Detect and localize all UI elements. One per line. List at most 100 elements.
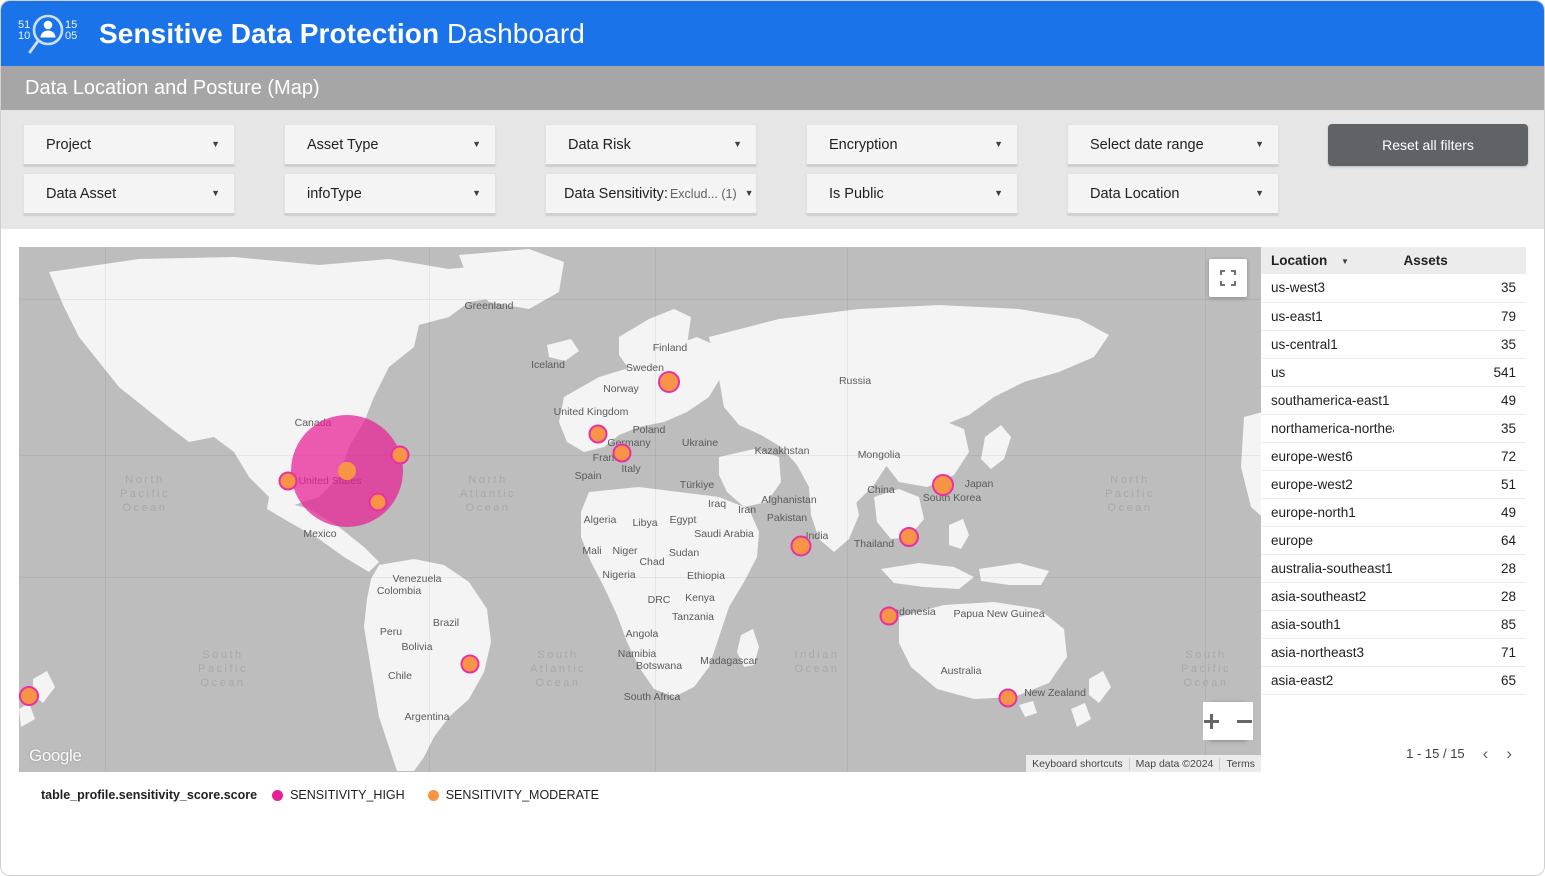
table-row[interactable]: asia-south185 [1261, 610, 1526, 638]
table-pagination: 1 - 15 / 15 ‹ › [1261, 745, 1526, 772]
map-bubble-moderate[interactable] [791, 536, 812, 557]
chevron-left-icon[interactable]: ‹ [1483, 745, 1489, 762]
table-row[interactable]: northamerica-northeast135 [1261, 414, 1526, 442]
reset-all-filters-button[interactable]: Reset all filters [1328, 124, 1528, 166]
filter-bar: Project ▼ Asset Type ▼ Data Risk ▼ Encry… [1, 110, 1544, 229]
filter-encryption-label: Encryption [829, 137, 898, 153]
legend-item-high[interactable]: SENSITIVITY_HIGH [272, 788, 405, 802]
map-bubble-moderate[interactable] [461, 655, 480, 674]
zoom-in-button[interactable] [1203, 702, 1220, 740]
filter-data-sensitivity[interactable]: Data Sensitivity: Exclud... (1) ▼ [545, 173, 757, 215]
location-assets-table: Location ▼ Assets us-west335us-east179us… [1261, 247, 1526, 695]
map-zoom-controls[interactable] [1209, 702, 1247, 740]
table-row[interactable]: us-east179 [1261, 302, 1526, 330]
table-row[interactable]: southamerica-east149 [1261, 386, 1526, 414]
google-logo: Google [29, 746, 81, 766]
cell-location: asia-southeast2 [1261, 582, 1394, 610]
cell-assets: 71 [1394, 638, 1527, 666]
cell-location: europe-west6 [1261, 442, 1394, 470]
map-bubble-moderate[interactable] [899, 527, 919, 547]
filter-data-risk[interactable]: Data Risk ▼ [545, 124, 757, 166]
column-header-assets-label: Assets [1404, 253, 1448, 268]
map-bubble-moderate[interactable] [19, 686, 39, 706]
svg-text:05: 05 [65, 30, 77, 42]
map-landmass-layer [19, 247, 1261, 772]
map-bubble-moderate[interactable] [391, 446, 410, 465]
column-header-assets[interactable]: Assets [1394, 247, 1527, 274]
legend-label-moderate: SENSITIVITY_MODERATE [446, 788, 599, 802]
table-row[interactable]: australia-southeast128 [1261, 554, 1526, 582]
map-bubble-moderate[interactable] [279, 472, 298, 491]
table-row[interactable]: asia-southeast228 [1261, 582, 1526, 610]
filter-data-location[interactable]: Data Location ▼ [1067, 173, 1279, 215]
map-data-copyright: Map data ©2024 [1129, 758, 1220, 770]
table-row[interactable]: asia-east265 [1261, 666, 1526, 694]
keyboard-shortcuts-link[interactable]: Keyboard shortcuts [1026, 758, 1128, 770]
svg-text:10: 10 [18, 30, 30, 42]
chevron-down-icon: ▼ [1247, 189, 1264, 198]
map-bubble-moderate[interactable] [658, 371, 680, 393]
table-row[interactable]: europe-west672 [1261, 442, 1526, 470]
map-bubble-moderate[interactable] [338, 462, 356, 480]
map-gridline [429, 247, 430, 772]
table-row[interactable]: asia-northeast371 [1261, 638, 1526, 666]
cell-location: us-central1 [1261, 330, 1394, 358]
location-assets-panel: Location ▼ Assets us-west335us-east179us… [1261, 247, 1526, 772]
map-gridline [19, 577, 1261, 578]
title-light: Dashboard [447, 18, 585, 49]
visualization-row: GreenlandIcelandFinlandSwedenNorwayRussi… [19, 247, 1526, 772]
table-row[interactable]: europe-north149 [1261, 498, 1526, 526]
map-gridline [19, 299, 1261, 300]
table-row[interactable]: us-central135 [1261, 330, 1526, 358]
table-row[interactable]: europe-west251 [1261, 470, 1526, 498]
table-header: Location ▼ Assets [1261, 247, 1526, 274]
chevron-down-icon: ▼ [986, 140, 1003, 149]
chevron-down-icon: ▼ [725, 140, 742, 149]
zoom-out-button[interactable] [1236, 702, 1253, 740]
legend-item-moderate[interactable]: SENSITIVITY_MODERATE [428, 788, 599, 802]
map-bubble-moderate[interactable] [932, 474, 954, 496]
filter-asset-type[interactable]: Asset Type ▼ [284, 124, 496, 166]
map-bubble-moderate[interactable] [589, 425, 608, 444]
filter-asset-type-label: Asset Type [307, 137, 378, 153]
filter-date-range[interactable]: Select date range ▼ [1067, 124, 1279, 166]
chevron-down-icon: ▼ [203, 189, 220, 198]
legend-color-swatch-high [272, 790, 283, 801]
terms-link[interactable]: Terms [1219, 758, 1261, 770]
cell-assets: 51 [1394, 470, 1527, 498]
chevron-right-icon[interactable]: › [1506, 745, 1512, 762]
map-gridline [105, 247, 106, 772]
map-bubble-moderate[interactable] [369, 493, 388, 512]
chevron-down-icon: ▼ [203, 140, 220, 149]
map-gridline [655, 247, 656, 772]
table-row[interactable]: europe64 [1261, 526, 1526, 554]
sort-descending-icon[interactable]: ▼ [1341, 257, 1349, 266]
table-body: us-west335us-east179us-central135us541so… [1261, 274, 1526, 694]
filter-data-asset-label: Data Asset [46, 186, 116, 202]
map-bubble-moderate[interactable] [880, 607, 899, 626]
map-legend: table_profile.sensitivity_score.score SE… [19, 772, 1526, 802]
filter-data-sensitivity-label: Data Sensitivity: [564, 186, 668, 202]
chevron-down-icon: ▼ [737, 189, 754, 198]
cell-assets: 49 [1394, 386, 1527, 414]
table-row[interactable]: us541 [1261, 358, 1526, 386]
map-bubble-moderate[interactable] [613, 444, 632, 463]
subheader-title: Data Location and Posture (Map) [25, 77, 320, 100]
map-gridline [1205, 247, 1206, 772]
map-bubble-moderate[interactable] [999, 689, 1018, 708]
filter-data-sensitivity-value: Exclud... (1) [670, 187, 737, 201]
cell-assets: 79 [1394, 302, 1527, 330]
fullscreen-icon[interactable] [1209, 259, 1247, 297]
filter-is-public[interactable]: Is Public ▼ [806, 173, 1018, 215]
filter-project[interactable]: Project ▼ [23, 124, 235, 166]
sdp-magnifier-person-icon: 51 10 15 05 [15, 8, 85, 60]
filter-data-asset[interactable]: Data Asset ▼ [23, 173, 235, 215]
column-header-location[interactable]: Location ▼ [1261, 247, 1394, 274]
table-row[interactable]: us-west335 [1261, 274, 1526, 302]
filter-infotype[interactable]: infoType ▼ [284, 173, 496, 215]
filter-encryption[interactable]: Encryption ▼ [806, 124, 1018, 166]
app-header: 51 10 15 05 Sensitive Data Protection Da… [1, 1, 1544, 66]
world-map[interactable]: GreenlandIcelandFinlandSwedenNorwayRussi… [19, 247, 1261, 772]
cell-assets: 85 [1394, 610, 1527, 638]
title-bold: Sensitive Data Protection [99, 18, 439, 49]
